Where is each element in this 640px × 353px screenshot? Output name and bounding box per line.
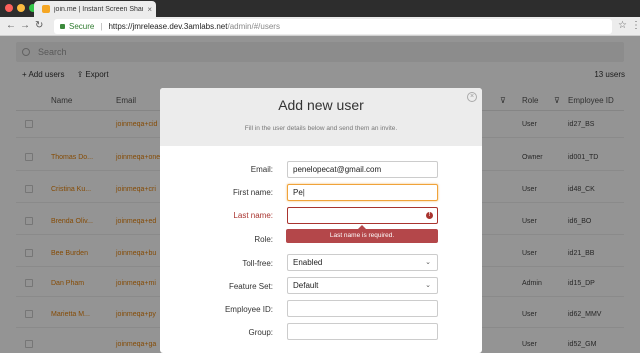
email-value: penelopecat@gmail.com: [293, 165, 382, 174]
url-path: /admin/#/users: [227, 22, 280, 31]
employee-id-field[interactable]: [287, 300, 438, 317]
employee-id-label: Employee ID:: [224, 305, 273, 314]
tab-close-icon[interactable]: ×: [147, 5, 152, 14]
first-name-field[interactable]: Pe |: [287, 184, 438, 201]
url-host: https://jmrelease.dev.3amlabs.net: [108, 22, 228, 31]
lock-icon: [60, 24, 65, 29]
chevron-down-icon: ⌄: [425, 259, 431, 266]
secure-label: Secure: [69, 22, 95, 31]
error-tooltip: Last name is required.: [286, 225, 438, 243]
browser-tab-bar: join.me | Instant Screen Sharin ×: [0, 0, 640, 17]
tab-title: join.me | Instant Screen Sharin: [54, 5, 144, 13]
last-name-field[interactable]: !: [287, 207, 438, 224]
url-input[interactable]: Secure | https://jmrelease.dev.3amlabs.n…: [54, 19, 612, 34]
first-name-value: Pe: [293, 188, 303, 197]
browser-menu-icon[interactable]: ⋮: [631, 20, 640, 31]
chevron-down-icon: ⌄: [425, 282, 431, 289]
joinme-favicon-icon: [42, 5, 50, 13]
text-cursor: |: [302, 188, 305, 197]
add-user-dialog: Add new user Fill in the user details be…: [160, 88, 482, 353]
last-name-label: Last name:: [233, 211, 273, 220]
group-field[interactable]: [287, 323, 438, 340]
feature-set-value: Default: [293, 281, 319, 290]
email-field[interactable]: penelopecat@gmail.com: [287, 161, 438, 178]
dialog-header: Add new user Fill in the user details be…: [160, 88, 482, 146]
feature-set-select[interactable]: Default ⌄: [287, 277, 438, 294]
close-icon[interactable]: ×: [467, 92, 477, 102]
browser-tab[interactable]: join.me | Instant Screen Sharin ×: [34, 1, 156, 17]
back-arrow-icon[interactable]: ←: [6, 20, 16, 32]
close-window-button[interactable]: [5, 4, 13, 12]
bookmark-star-icon[interactable]: ☆: [618, 20, 627, 31]
reload-icon[interactable]: ↻: [35, 20, 43, 32]
minimize-window-button[interactable]: [17, 4, 25, 12]
forward-arrow-icon[interactable]: →: [20, 20, 30, 32]
toll-free-value: Enabled: [293, 258, 323, 267]
feature-set-label: Feature Set:: [228, 282, 273, 291]
toll-free-select[interactable]: Enabled ⌄: [287, 254, 438, 271]
email-label: Email:: [250, 165, 273, 174]
dialog-title: Add new user: [278, 97, 364, 113]
toll-free-label: Toll-free:: [242, 259, 273, 268]
role-label: Role:: [254, 235, 273, 244]
group-label: Group:: [248, 328, 273, 337]
error-icon: !: [426, 212, 433, 219]
address-bar: ← → ↻ Secure | https://jmrelease.dev.3am…: [0, 17, 640, 36]
url-separator: |: [100, 22, 103, 31]
first-name-label: First name:: [232, 188, 273, 197]
dialog-subtitle: Fill in the user details below and send …: [244, 125, 398, 132]
